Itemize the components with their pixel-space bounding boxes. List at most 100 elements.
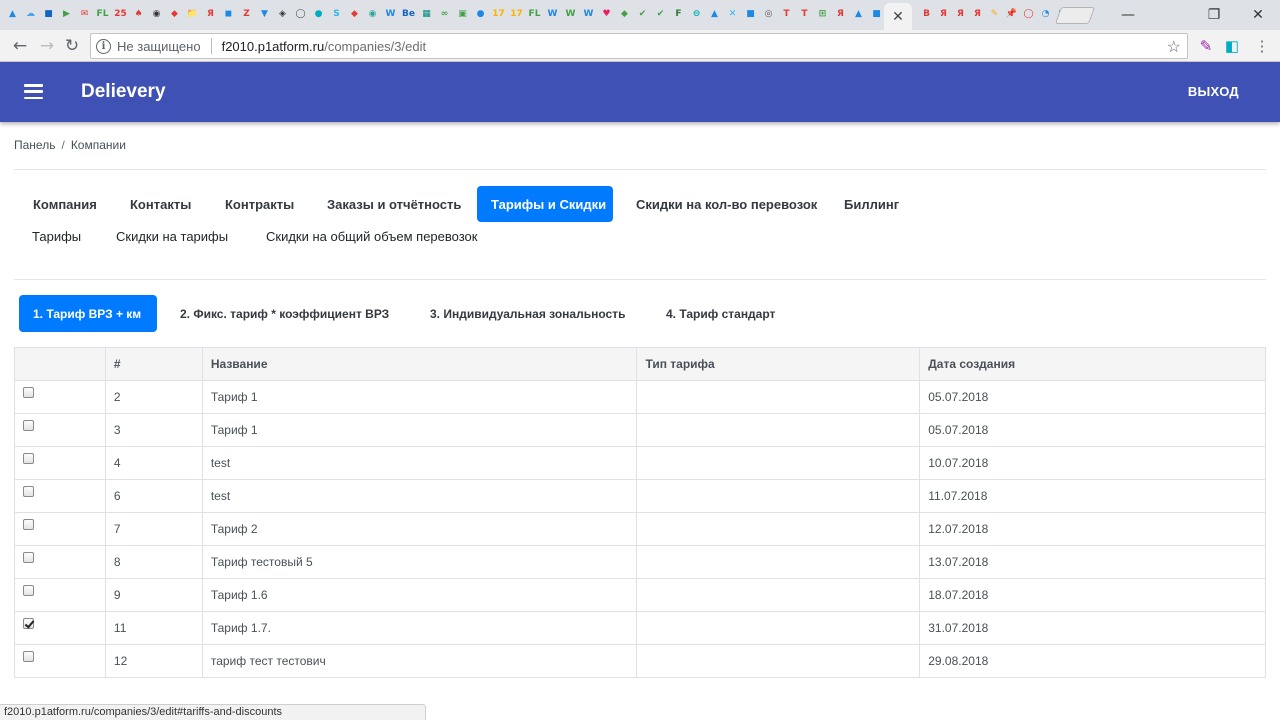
tab-favicon-icon[interactable]: ◆ [167,7,182,22]
tab-favicon-icon[interactable]: ⊞ [815,7,830,22]
tab-favicon-icon[interactable]: F [671,7,686,22]
column-header-type[interactable]: Тип тарифа [636,347,921,381]
tab-favicon-icon[interactable]: ♠ [131,7,146,22]
tab-favicon-icon[interactable]: ◉ [149,7,164,22]
tab-favicon-icon[interactable]: ◆ [617,7,632,22]
row-checkbox[interactable] [23,585,34,596]
row-name[interactable]: test [201,446,638,480]
tab-favicon-icon[interactable]: Be [401,7,416,22]
pen-extension-icon[interactable]: ✎ [1196,36,1216,56]
new-tab-button[interactable] [1054,7,1096,24]
table-row[interactable]: 7 Тариф 2 12.07.2018 [14,512,1266,546]
hamburger-menu-icon[interactable] [24,84,43,99]
tab-orders-reports[interactable]: Заказы и отчётность [313,186,475,222]
table-row[interactable]: 12 тариф тест тестович 29.08.2018 [14,644,1266,678]
tab-favicon-icon[interactable]: S [329,7,344,22]
tab-favicon-icon[interactable]: ∞ [437,7,452,22]
table-row[interactable]: 8 Тариф тестовый 5 13.07.2018 [14,545,1266,579]
tab-favicon-icon[interactable]: ● [311,7,326,22]
tab-favicon-icon[interactable]: ◯ [293,7,308,22]
tab-favicon-icon[interactable]: Я [833,7,848,22]
row-name[interactable]: Тариф 1.6 [201,578,638,612]
back-button[interactable]: ← [8,34,32,58]
tab-favicon-icon[interactable]: Я [970,7,985,22]
table-row[interactable]: 9 Тариф 1.6 18.07.2018 [14,578,1266,612]
tab-favicon-icon[interactable]: ▲ [851,7,866,22]
row-checkbox[interactable] [23,651,34,662]
tab-favicon-icon[interactable]: 17 [491,7,506,22]
tab-contracts[interactable]: Контракты [211,186,308,222]
tab-favicon-icon[interactable]: ◔ [1038,7,1053,22]
row-name[interactable]: Тариф 1.7. [201,611,638,645]
minimize-button[interactable]: — [1106,0,1150,30]
reload-button[interactable]: ↻ [60,34,84,58]
table-row[interactable]: 4 test 10.07.2018 [14,446,1266,480]
menu-dots-icon[interactable]: ⋮ [1252,36,1272,56]
tab-volume-discounts[interactable]: Скидки на кол-во перевозок [622,186,831,222]
close-window-button[interactable]: ✕ [1236,0,1280,30]
tab-favicon-icon[interactable]: ▲ [5,7,20,22]
row-name[interactable]: Тариф тестовый 5 [201,545,638,579]
breadcrumb-panel[interactable]: Панель [14,138,55,152]
row-checkbox[interactable] [23,486,34,497]
tab-favicon-icon[interactable]: FL [95,7,110,22]
row-checkbox[interactable] [23,618,34,629]
tab-favicon-icon[interactable]: ◎ [761,7,776,22]
tab-favicon-icon[interactable]: ▲ [707,7,722,22]
active-tab[interactable]: ✕ [884,3,912,30]
info-icon[interactable]: i [96,38,111,54]
row-name[interactable]: Тариф 1 [201,413,638,447]
tab-favicon-icon[interactable]: ◈ [275,7,290,22]
tab-contacts[interactable]: Контакты [116,186,205,222]
tab-favicon-icon[interactable]: ⊖ [689,7,704,22]
tab-favicon-icon[interactable]: 25 [113,7,128,22]
tab-favicon-icon[interactable]: T [779,7,794,22]
tariff-tab-vrz-km[interactable]: 1. Тариф ВРЗ + км [19,295,157,332]
column-header-date[interactable]: Дата создания [919,347,1266,381]
tab-favicon-icon[interactable]: Я [936,7,951,22]
table-row[interactable]: 11 Тариф 1.7. 31.07.2018 [14,611,1266,645]
row-name[interactable]: test [201,479,638,513]
subtab-tariffs[interactable]: Тарифы [32,229,81,249]
table-row[interactable]: 3 Тариф 1 05.07.2018 [14,413,1266,447]
tab-favicon-icon[interactable]: ✕ [725,7,740,22]
tab-favicon-icon[interactable]: ● [473,7,488,22]
restore-button[interactable]: ❐ [1192,0,1236,30]
tab-favicon-icon[interactable]: ☁ [23,7,38,22]
extension-icon[interactable]: ◧ [1222,36,1242,56]
row-checkbox[interactable] [23,387,34,398]
tab-favicon-icon[interactable]: T [797,7,812,22]
tab-favicon-icon[interactable]: W [581,7,596,22]
tab-favicon-icon[interactable]: ◉ [365,7,380,22]
tab-favicon-icon[interactable]: ▶ [59,7,74,22]
tab-favicon-icon[interactable]: ▣ [455,7,470,22]
subtab-total-volume-discounts[interactable]: Скидки на общий объем перевозок [266,229,477,249]
tab-favicon-icon[interactable]: ◆ [347,7,362,22]
tab-favicon-icon[interactable]: 17 [509,7,524,22]
brand-title[interactable]: Delievery [81,81,166,103]
tab-favicon-icon[interactable]: ✎ [987,7,1002,22]
row-name[interactable]: Тариф 1 [201,380,638,414]
row-name[interactable]: Тариф 2 [201,512,638,546]
row-name[interactable]: тариф тест тестович [201,644,638,678]
tab-favicon-icon[interactable]: B [919,7,934,22]
row-checkbox[interactable] [23,420,34,431]
tab-favicon-icon[interactable]: ◼ [221,7,236,22]
tab-favicon-icon[interactable]: Z [239,7,254,22]
column-header-name[interactable]: Название [201,347,638,381]
subtab-tariff-discounts[interactable]: Скидки на тарифы [116,229,228,249]
close-tab-icon[interactable]: ✕ [892,8,904,25]
tab-favicon-icon[interactable]: ■ [743,7,758,22]
column-header-id[interactable]: # [104,347,203,381]
tab-favicon-icon[interactable]: ✔ [653,7,668,22]
row-checkbox[interactable] [23,519,34,530]
tab-favicon-icon[interactable]: W [383,7,398,22]
tab-favicon-icon[interactable]: 📁 [185,7,200,22]
tab-favicon-icon[interactable]: ◯ [1021,7,1036,22]
bookmark-star-icon[interactable]: ☆ [1167,37,1181,57]
tariff-tab-standard[interactable]: 4. Тариф стандарт [652,295,789,332]
tab-favicon-icon[interactable]: FL [527,7,542,22]
tab-favicon-icon[interactable]: 📌 [1004,7,1019,22]
tab-company[interactable]: Компания [19,186,111,222]
tab-favicon-icon[interactable]: Я [953,7,968,22]
